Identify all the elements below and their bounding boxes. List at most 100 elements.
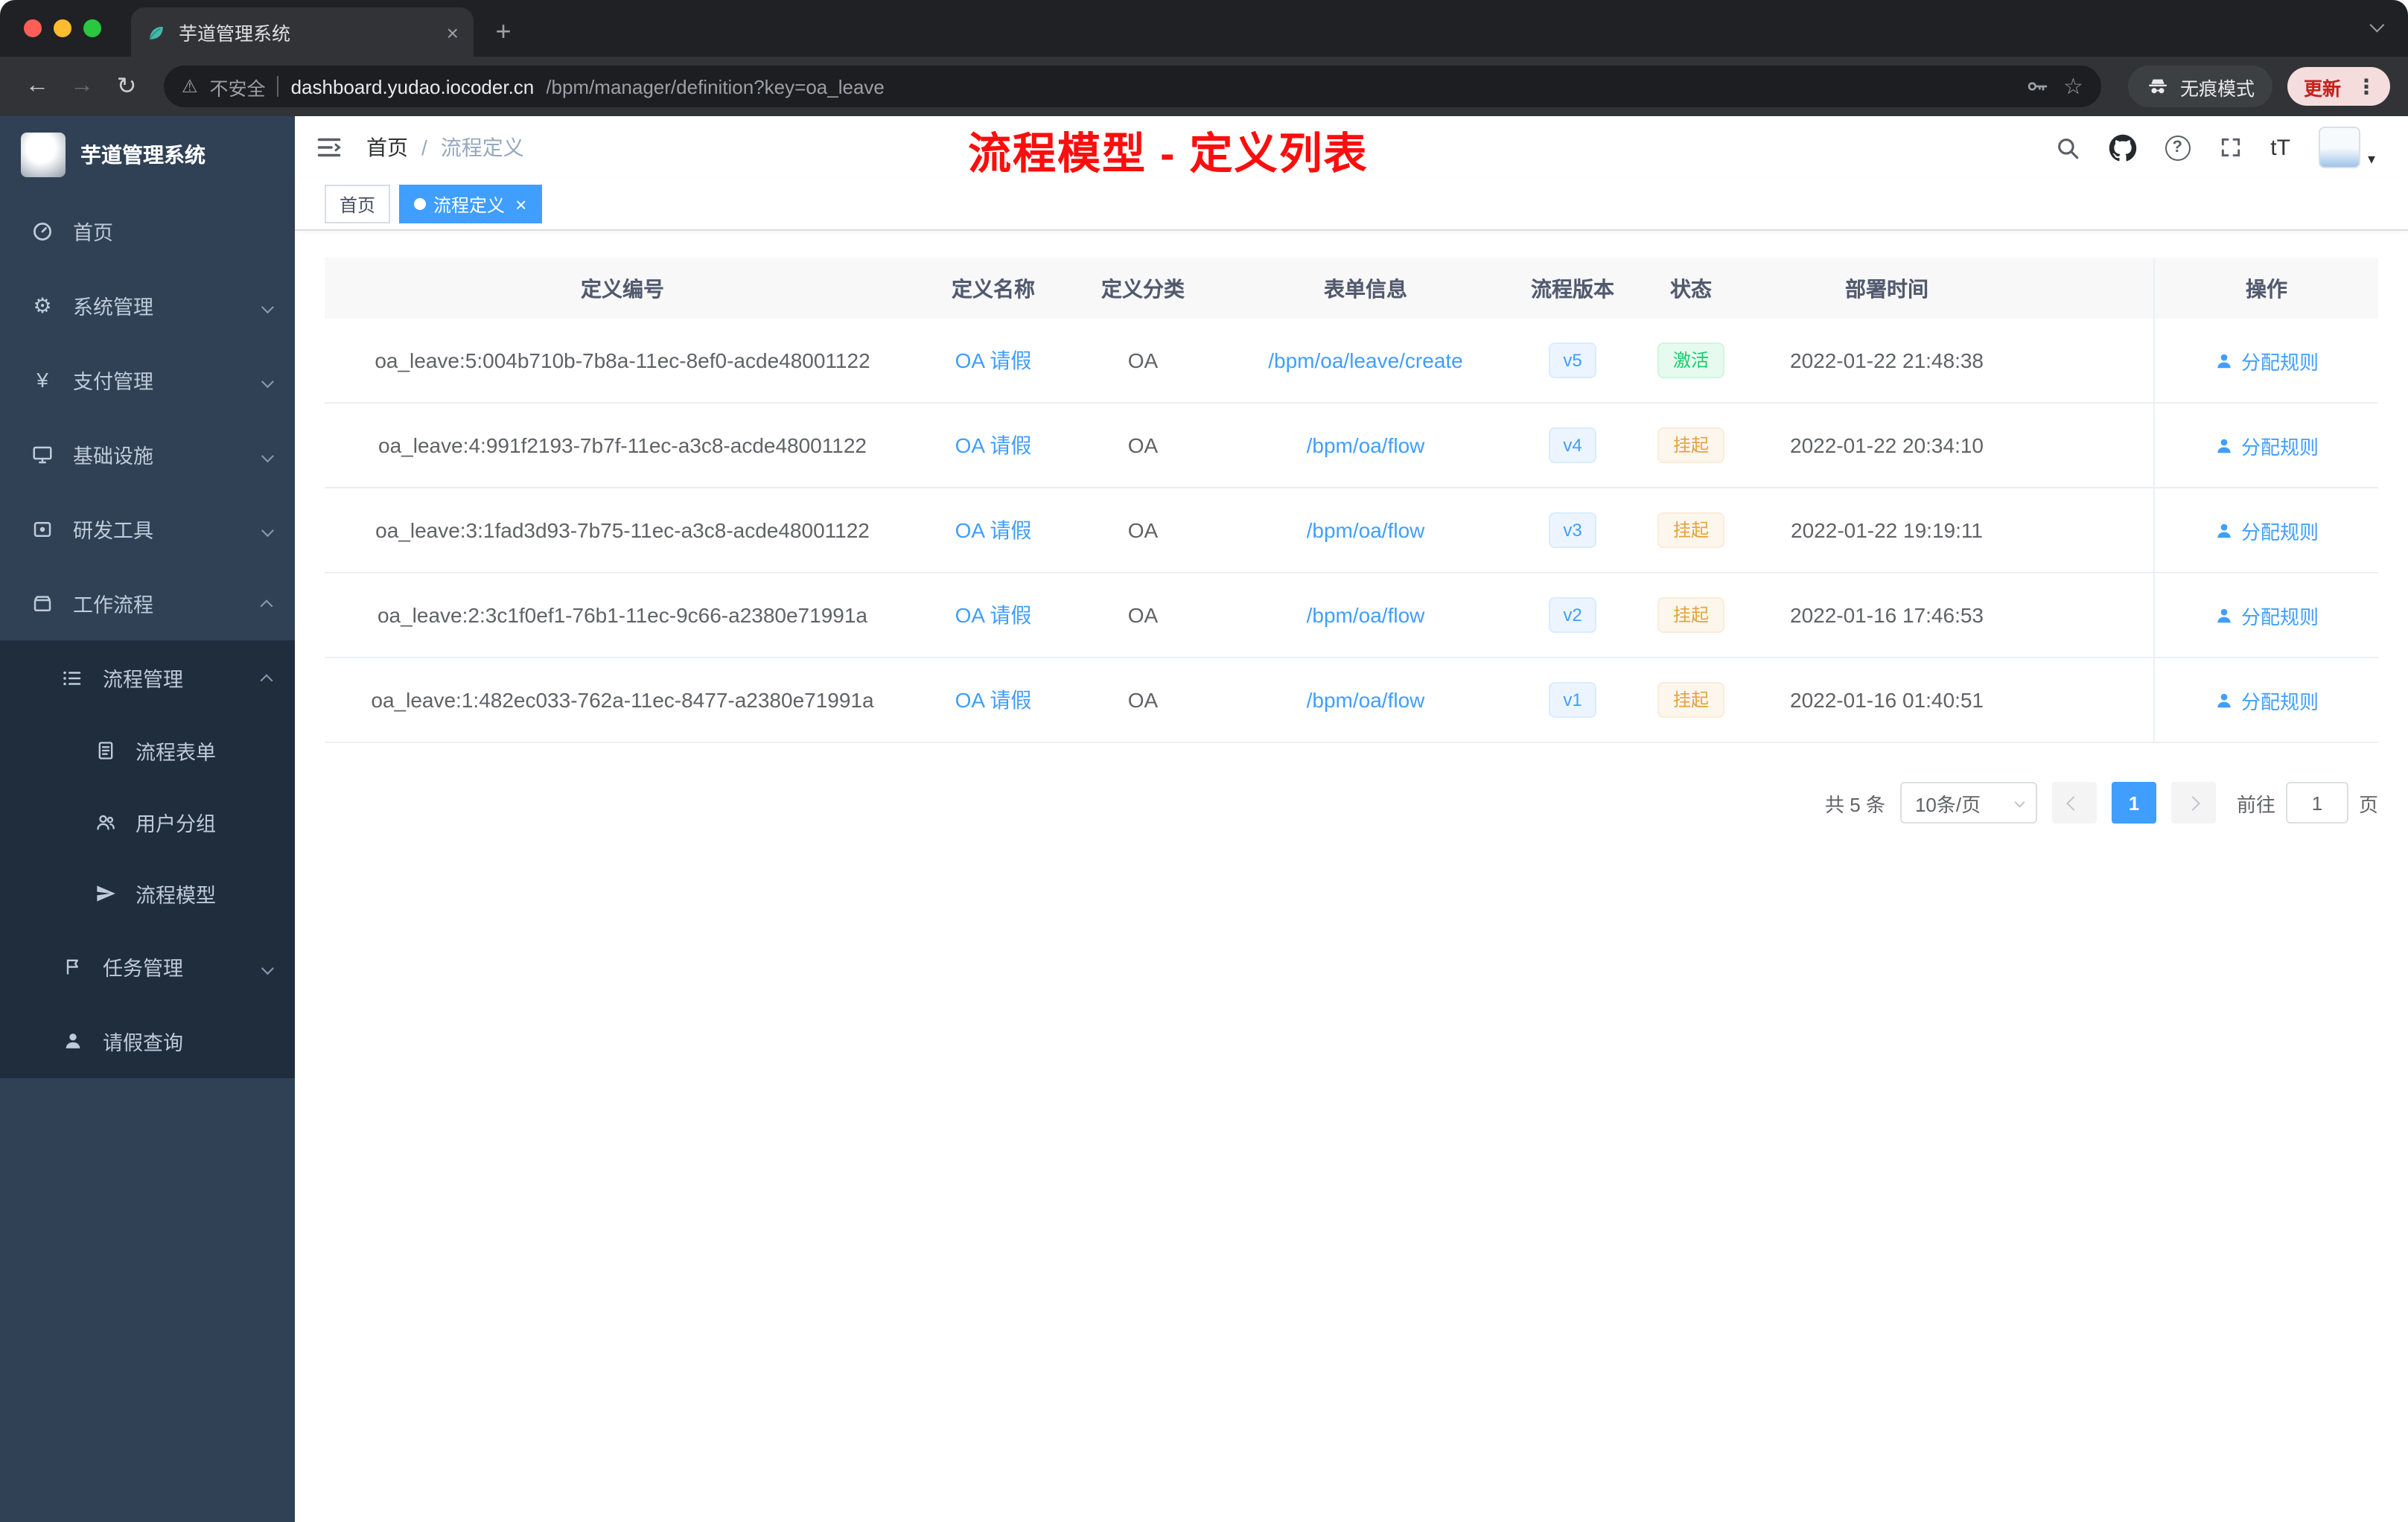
sidebar-item-process-model[interactable]: 流程模型 — [0, 858, 295, 929]
sidebar-item-process-form[interactable]: 流程表单 — [0, 715, 295, 786]
next-page-button[interactable] — [2170, 782, 2216, 824]
version-tag[interactable]: v3 — [1548, 512, 1597, 548]
current-page-button[interactable]: 1 — [2111, 782, 2156, 824]
sidebar-item-label: 用户分组 — [136, 813, 216, 835]
sidebar-item-devtools[interactable]: 研发工具 — [0, 491, 295, 566]
url-divider — [277, 76, 279, 97]
status-badge: 挂起 — [1657, 682, 1724, 718]
fullscreen-icon[interactable] — [2218, 136, 2242, 159]
sidebar-item-task-management[interactable]: 任务管理 — [0, 929, 295, 1004]
github-icon[interactable] — [2108, 133, 2136, 162]
close-tab-icon[interactable]: × — [447, 20, 459, 44]
app-title: 芋道管理系统 — [80, 143, 206, 167]
reload-icon[interactable]: ↻ — [107, 67, 146, 106]
assign-rule-button[interactable]: 分配规则 — [2214, 346, 2319, 375]
version-tag[interactable]: v5 — [1548, 343, 1597, 378]
definition-id: oa_leave:4:991f2193-7b7f-11ec-a3c8-acde4… — [378, 433, 867, 457]
incognito-badge: 无痕模式 — [2127, 66, 2272, 107]
search-icon[interactable] — [2054, 135, 2080, 160]
row-spacer — [2025, 488, 2153, 572]
definition-id: oa_leave:1:482ec033-762a-11ec-8477-a2380… — [371, 688, 874, 712]
tags-view: 首页 流程定义 × — [295, 179, 2408, 231]
tag-process-definition[interactable]: 流程定义 × — [399, 185, 542, 223]
page-size-value: 10条/页 — [1914, 793, 1981, 815]
sidebar-item-infrastructure[interactable]: 基础设施 — [0, 417, 295, 491]
assign-rule-button[interactable]: 分配规则 — [2214, 431, 2319, 459]
person-icon — [60, 1031, 85, 1051]
page-size-select[interactable]: 10条/页 — [1899, 782, 2037, 824]
goto-page-input[interactable] — [2285, 782, 2348, 824]
definition-name-link[interactable]: OA 请假 — [955, 430, 1032, 460]
browser-toolbar: ← → ↻ ⚠ 不安全 dashboard.yudao.iocoder.cn /… — [0, 57, 2408, 116]
tab-search-icon[interactable] — [2369, 12, 2385, 39]
browser-tab-strip: 芋道管理系统 × + — [0, 0, 2408, 57]
assign-rule-button[interactable]: 分配规则 — [2214, 516, 2319, 544]
column-header-spacer — [2025, 258, 2153, 319]
active-dot — [414, 198, 427, 210]
close-icon[interactable]: × — [515, 193, 526, 215]
zoom-window-button[interactable] — [83, 19, 101, 37]
form-link[interactable]: /bpm/oa/flow — [1307, 433, 1425, 457]
version-tag[interactable]: v2 — [1548, 597, 1597, 633]
minimize-window-button[interactable] — [54, 19, 71, 37]
help-icon[interactable]: ? — [2165, 135, 2191, 160]
column-header: 操作 — [2153, 258, 2378, 319]
sidebar-item-user-group[interactable]: 用户分组 — [0, 786, 295, 858]
font-size-icon[interactable]: tT — [2270, 135, 2290, 160]
app-logo[interactable]: 芋道管理系统 — [0, 116, 295, 194]
sidebar-item-workflow[interactable]: 工作流程 — [0, 566, 295, 640]
column-header: 定义分类 — [1101, 276, 1185, 300]
status-badge: 挂起 — [1657, 512, 1724, 548]
definition-table: 定义编号 定义名称 定义分类 表单信息 流程版本 状态 部署时间 操作 oa_l… — [325, 258, 2378, 743]
table-row: oa_leave:4:991f2193-7b7f-11ec-a3c8-acde4… — [325, 404, 2378, 488]
table-row: oa_leave:1:482ec033-762a-11ec-8477-a2380… — [325, 658, 2378, 743]
breadcrumb-home[interactable]: 首页 — [366, 133, 408, 162]
form-link[interactable]: /bpm/oa/flow — [1307, 603, 1425, 627]
forward-icon[interactable]: → — [63, 67, 101, 106]
url-host: dashboard.yudao.iocoder.cn — [290, 75, 535, 98]
definition-category: OA — [1127, 348, 1159, 372]
bookmark-star-icon[interactable]: ☆ — [2063, 73, 2083, 100]
version-tag[interactable]: v1 — [1548, 682, 1597, 718]
menu-fold-icon[interactable] — [316, 134, 343, 161]
tag-home[interactable]: 首页 — [325, 185, 391, 223]
users-icon — [92, 812, 118, 832]
form-link[interactable]: /bpm/oa/flow — [1307, 518, 1425, 542]
password-key-icon[interactable] — [2025, 74, 2048, 98]
paper-plane-icon — [92, 883, 118, 904]
sidebar-item-system[interactable]: ⚙ 系统管理 — [0, 268, 295, 343]
definition-category: OA — [1127, 518, 1159, 542]
form-link[interactable]: /bpm/oa/flow — [1307, 688, 1425, 712]
update-chip[interactable]: 更新 ⋮ — [2287, 67, 2390, 106]
address-bar[interactable]: ⚠ 不安全 dashboard.yudao.iocoder.cn /bpm/ma… — [164, 66, 2101, 107]
assign-rule-button[interactable]: 分配规则 — [2214, 601, 2319, 629]
new-tab-button[interactable]: + — [482, 10, 524, 52]
back-icon[interactable]: ← — [18, 67, 57, 106]
definition-name-link[interactable]: OA 请假 — [955, 346, 1032, 375]
page-header: 首页 / 流程定义 流程模型 - 定义列表 ? tT ▾ — [295, 116, 2408, 179]
tab-title: 芋道管理系统 — [179, 24, 291, 45]
chevron-down-icon — [261, 294, 274, 316]
update-label: 更新 — [2303, 78, 2341, 99]
prev-page-button[interactable] — [2051, 782, 2097, 824]
definition-name-link[interactable]: OA 请假 — [955, 685, 1032, 715]
definition-name-link[interactable]: OA 请假 — [955, 600, 1032, 630]
assign-rule-button[interactable]: 分配规则 — [2214, 686, 2319, 714]
deploy-time: 2022-01-22 21:48:38 — [1790, 348, 1984, 372]
url-path: /bpm/manager/definition?key=oa_leave — [546, 75, 885, 98]
page-unit-label: 页 — [2358, 793, 2378, 815]
sidebar-item-payment[interactable]: ¥ 支付管理 — [0, 343, 295, 417]
user-menu[interactable]: ▾ — [2318, 127, 2375, 168]
definition-name-link[interactable]: OA 请假 — [955, 515, 1032, 545]
close-window-button[interactable] — [24, 19, 42, 37]
security-label[interactable]: 不安全 — [210, 72, 266, 101]
sidebar-item-home[interactable]: 首页 — [0, 194, 295, 268]
form-link[interactable]: /bpm/oa/leave/create — [1268, 348, 1463, 372]
browser-menu-icon[interactable]: ⋮ — [2350, 74, 2383, 99]
sidebar-item-leave-query[interactable]: 请假查询 — [0, 1004, 295, 1078]
chevron-down-icon — [2014, 796, 2025, 807]
browser-tab[interactable]: 芋道管理系统 × — [131, 7, 474, 57]
sidebar-item-process-management[interactable]: 流程管理 — [0, 640, 295, 715]
header-actions: ? tT ▾ — [2054, 127, 2375, 168]
version-tag[interactable]: v4 — [1548, 427, 1597, 463]
